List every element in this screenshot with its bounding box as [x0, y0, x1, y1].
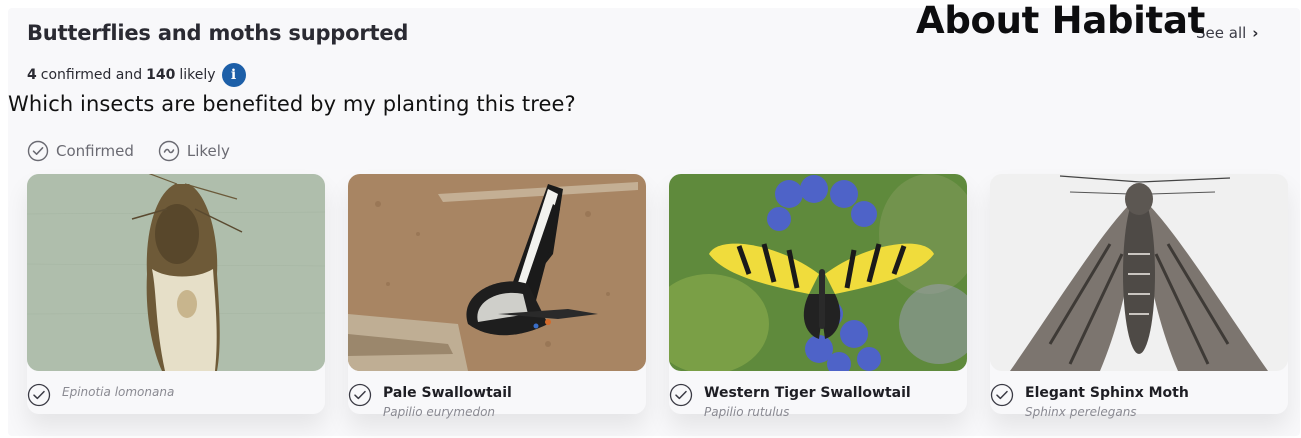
chevron-right-icon: ›: [1252, 24, 1259, 42]
check-circle-icon: [27, 140, 49, 162]
insect-card-epinotia-lomonana[interactable]: Epinotia lomonana: [27, 174, 325, 414]
tilde-circle-icon: [158, 140, 180, 162]
info-icon[interactable]: i: [221, 63, 246, 87]
legend-confirmed-label: Confirmed: [56, 142, 134, 160]
likely-text: likely: [179, 67, 216, 83]
scientific-name: Sphinx perelegans: [1025, 405, 1137, 419]
likely-count: 140: [146, 67, 176, 83]
confirmed-text: confirmed and: [40, 67, 143, 83]
question-text: Which insects are benefited by my planti…: [8, 92, 576, 116]
insect-card-elegant-sphinx-moth[interactable]: Elegant Sphinx Moth Sphinx perelegans: [990, 174, 1288, 419]
butterfly-photo-icon: [669, 174, 967, 371]
confirmed-check-icon: [27, 383, 51, 407]
confirmed-check-icon: [348, 383, 372, 407]
insect-card-western-tiger-swallowtail[interactable]: Western Tiger Swallowtail Papilio rutulu…: [669, 174, 967, 419]
support-counts: 4 confirmed and 140 likely i: [27, 63, 246, 87]
common-name: Western Tiger Swallowtail: [704, 385, 911, 401]
moth-photo-icon: [27, 174, 325, 371]
legend-confirmed: Confirmed: [27, 140, 134, 162]
common-name: Elegant Sphinx Moth: [1025, 385, 1189, 401]
section-title: Butterflies and moths supported: [27, 21, 409, 45]
see-all-link[interactable]: See all ›: [1196, 24, 1258, 42]
legend-likely-label: Likely: [186, 142, 230, 160]
scientific-name: Papilio rutulus: [704, 405, 790, 419]
butterfly-photo-icon: [348, 174, 646, 371]
scientific-name: Epinotia lomonana: [62, 385, 175, 399]
insect-card-pale-swallowtail[interactable]: Pale Swallowtail Papilio eurymedon: [348, 174, 646, 419]
scientific-name: Papilio eurymedon: [383, 405, 496, 419]
status-legend: Confirmed Likely: [27, 140, 230, 162]
confirmed-check-icon: [990, 383, 1014, 407]
moth-photo-icon: [990, 174, 1288, 371]
confirmed-count: 4: [27, 67, 37, 83]
confirmed-check-icon: [669, 383, 693, 407]
about-habitat-heading: About Habitat: [916, 0, 1205, 42]
legend-likely: Likely: [158, 140, 230, 162]
common-name: Pale Swallowtail: [383, 385, 512, 401]
